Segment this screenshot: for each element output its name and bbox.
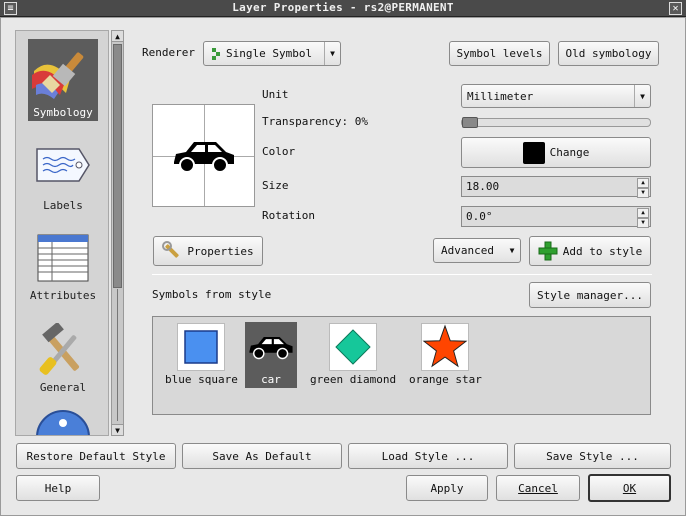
symbol-levels-button[interactable]: Symbol levels (449, 41, 550, 66)
unit-label: Unit (262, 88, 289, 101)
car-icon (174, 142, 234, 173)
save-as-default-button[interactable]: Save As Default (182, 443, 342, 469)
spin-down-icon[interactable]: ▼ (637, 188, 649, 198)
list-item-green-diamond[interactable]: green diamond (308, 323, 398, 386)
spin-up-icon[interactable]: ▲ (637, 178, 649, 188)
advanced-label: Advanced (441, 244, 494, 257)
symbol-name: orange star (409, 373, 482, 386)
sidebar-item-label: Symbology (33, 106, 93, 119)
save-style-button[interactable]: Save Style ... (514, 443, 671, 469)
transparency-slider[interactable] (461, 117, 651, 128)
load-style-button[interactable]: Load Style ... (348, 443, 508, 469)
car-icon (247, 323, 295, 371)
unit-select[interactable]: Millimeter ▼ (461, 84, 651, 108)
scrollbar-track (117, 289, 118, 421)
window-title: Layer Properties - rs2@PERMANENT (232, 1, 454, 14)
unit-value: Millimeter (467, 89, 534, 103)
color-label: Color (262, 145, 296, 158)
renderer-value: Single Symbol (226, 47, 313, 60)
tools-icon (28, 317, 98, 379)
table-icon (28, 227, 98, 287)
properties-button[interactable]: Properties (153, 236, 263, 266)
help-button[interactable]: Help (16, 475, 100, 501)
add-to-style-label: Add to style (562, 244, 643, 258)
symbol-name: blue square (165, 373, 238, 386)
spin-down-icon[interactable]: ▼ (637, 218, 649, 228)
symbols-from-style-label: Symbols from style (152, 288, 272, 301)
sidebar: Symbology Labels Attributes General (15, 30, 109, 436)
rotation-value: 0.0° (466, 210, 493, 223)
chevron-down-icon: ▼ (324, 42, 340, 65)
symbol-name: car (261, 373, 281, 386)
blue-square-icon (177, 323, 226, 371)
color-swatch (522, 141, 545, 164)
add-icon (538, 241, 558, 261)
renderer-label: Renderer (142, 46, 195, 59)
style-symbol-list[interactable]: blue square car green diamond orange sta… (152, 316, 651, 415)
size-label: Size (262, 179, 289, 192)
spin-up-icon[interactable]: ▲ (637, 208, 649, 218)
old-symbology-button[interactable]: Old symbology (558, 41, 659, 66)
sidebar-item-label: General (39, 381, 87, 394)
advanced-dropdown[interactable]: Advanced ▼ (433, 238, 521, 263)
add-to-style-button[interactable]: Add to style (529, 236, 651, 266)
divider (152, 274, 652, 275)
title-bar: ≡ Layer Properties - rs2@PERMANENT ✕ (0, 0, 686, 17)
list-item-car[interactable]: car (245, 322, 297, 388)
sidebar-item-general[interactable]: General (16, 317, 108, 394)
list-item-orange-star[interactable]: orange star (407, 323, 484, 386)
green-diamond-icon (329, 323, 378, 371)
chevron-down-icon: ▼ (634, 85, 650, 107)
rotation-spinbox[interactable]: 0.0° ▲ ▼ (461, 206, 651, 228)
layer-properties-dialog: Symbology Labels Attributes General ▲ ▼ … (0, 17, 686, 516)
scrollbar-thumb[interactable] (113, 44, 122, 288)
sidebar-scrollbar[interactable]: ▲ ▼ (111, 30, 124, 436)
style-manager-button[interactable]: Style manager... (529, 282, 651, 308)
size-spinbox[interactable]: 18.00 ▲ ▼ (461, 176, 651, 198)
scroll-up-icon[interactable]: ▲ (112, 31, 123, 42)
change-color-button[interactable]: Change (461, 137, 651, 168)
wrench-icon (162, 241, 180, 258)
rotation-label: Rotation (262, 209, 315, 222)
orange-star-icon (421, 323, 470, 371)
single-symbol-icon (212, 47, 220, 60)
sidebar-item-labels[interactable]: Labels (16, 137, 108, 212)
transparency-label: Transparency: 0% (262, 115, 368, 128)
change-label: Change (549, 146, 590, 159)
restore-default-style-button[interactable]: Restore Default Style (16, 443, 176, 469)
cancel-button[interactable]: Cancel (496, 475, 580, 501)
properties-label: Properties (187, 244, 254, 258)
list-item-blue-square[interactable]: blue square (163, 323, 240, 386)
symbol-name: green diamond (310, 373, 397, 386)
sidebar-item-metadata[interactable] (16, 407, 108, 435)
sidebar-item-attributes[interactable]: Attributes (16, 227, 108, 302)
symbol-preview (152, 104, 255, 207)
renderer-select[interactable]: Single Symbol ▼ (203, 41, 341, 66)
ok-button[interactable]: OK (588, 474, 671, 502)
label-tag-icon (28, 137, 98, 197)
close-icon[interactable]: ✕ (669, 2, 682, 15)
size-value: 18.00 (466, 180, 500, 193)
sidebar-item-label: Labels (43, 199, 83, 212)
chevron-down-icon: ▼ (509, 246, 515, 255)
sidebar-item-symbology[interactable]: Symbology (16, 39, 108, 121)
slider-handle[interactable] (462, 117, 478, 128)
apply-button[interactable]: Apply (406, 475, 488, 501)
info-icon (28, 407, 98, 435)
scroll-down-icon[interactable]: ▼ (112, 424, 123, 435)
sidebar-item-label: Attributes (29, 289, 97, 302)
